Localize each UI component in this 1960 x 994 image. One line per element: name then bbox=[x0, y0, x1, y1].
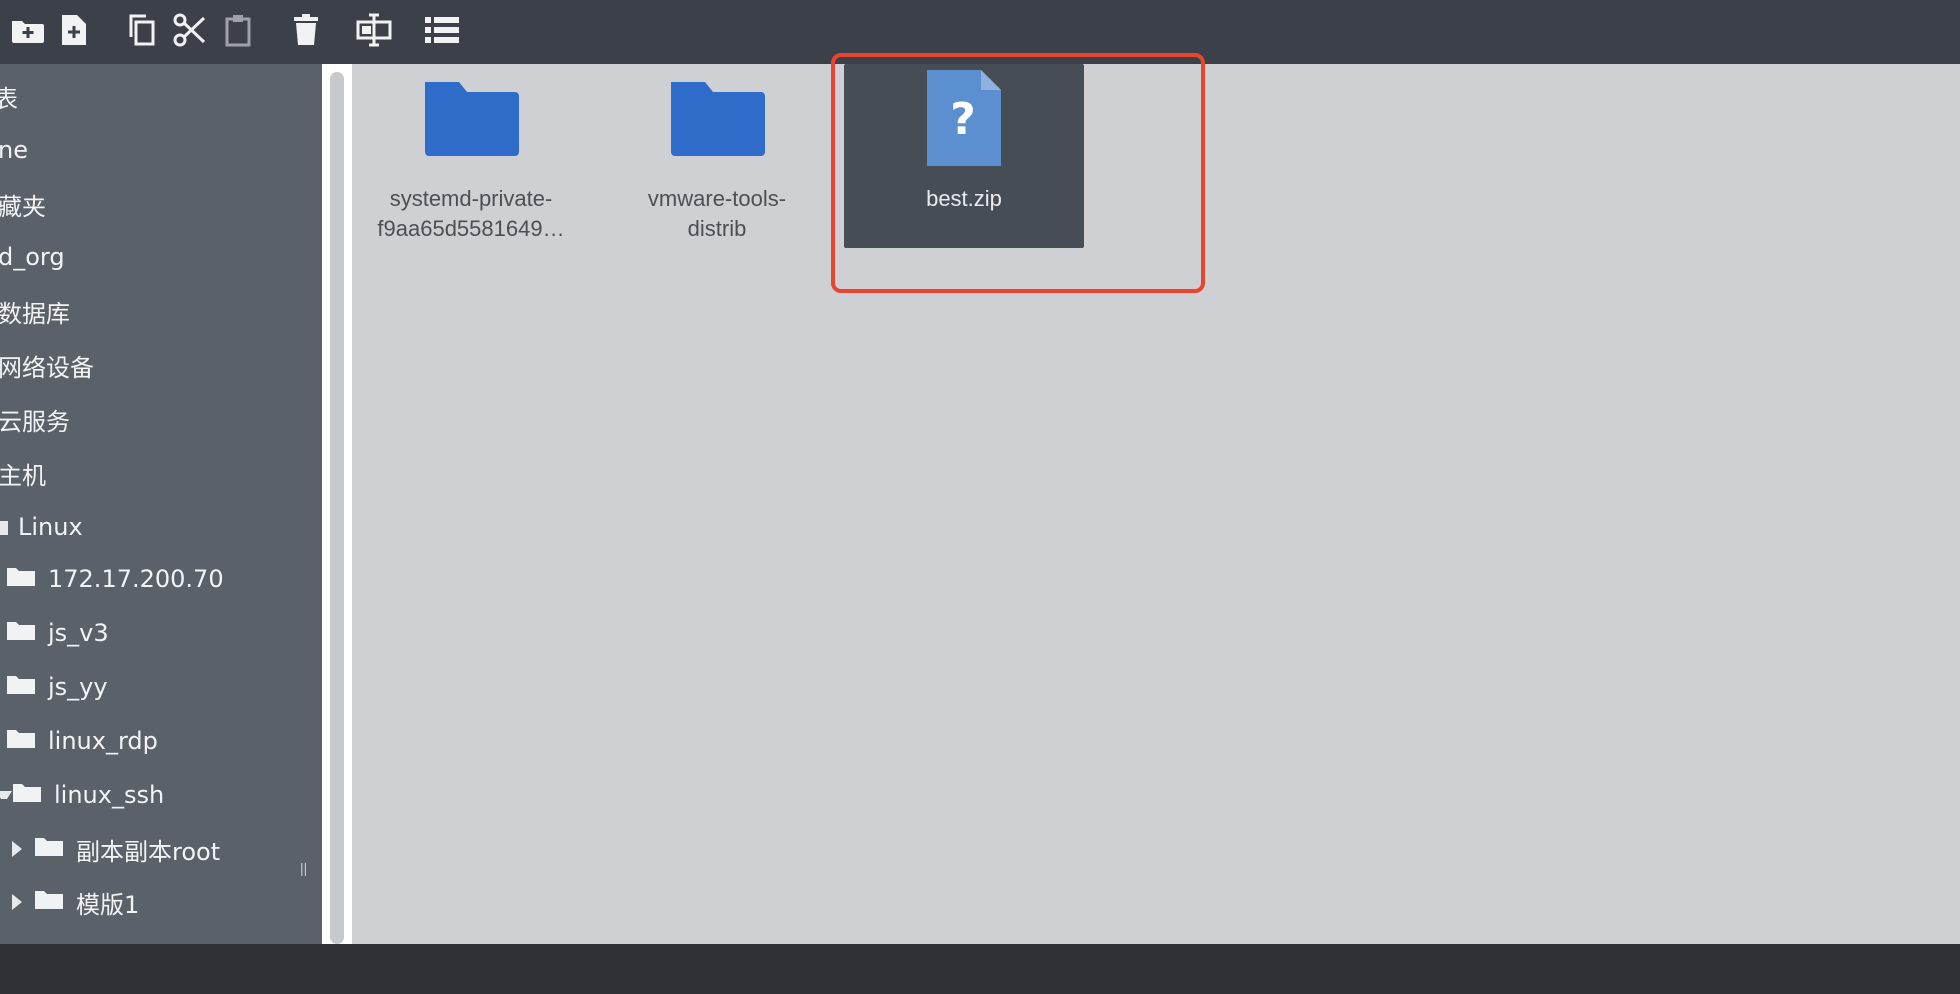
folder-icon bbox=[6, 727, 36, 755]
file-tile-selected[interactable]: ? best.zip bbox=[844, 64, 1084, 248]
sidebar-item-label: 藏夹 bbox=[0, 192, 46, 221]
file-name: vmware-tools-distrib bbox=[647, 186, 787, 241]
folder-icon bbox=[6, 565, 36, 593]
rename-icon bbox=[356, 13, 392, 47]
file-name: systemd-private-f9aa65d5581649… bbox=[377, 186, 565, 241]
linux-icon bbox=[0, 521, 8, 535]
sidebar-item-folder[interactable]: js_v3 bbox=[6, 613, 109, 653]
new-file-icon bbox=[62, 15, 86, 45]
sidebar-item-label: 网络设备 bbox=[0, 353, 94, 382]
list-icon bbox=[425, 17, 459, 43]
file-name: best.zip bbox=[926, 186, 1002, 211]
chevron-down-icon bbox=[0, 791, 12, 799]
sidebar-item-label: linux_rdp bbox=[48, 727, 158, 755]
file-tile-folder[interactable]: systemd-private-f9aa65d5581649… bbox=[351, 64, 591, 248]
unknown-file-icon: ? bbox=[927, 70, 1001, 166]
svg-text:?: ? bbox=[950, 94, 976, 145]
sidebar-item-folder[interactable]: 副本副本root bbox=[12, 829, 220, 869]
sidebar-item-label: d_org bbox=[0, 243, 65, 271]
copy-button[interactable] bbox=[124, 8, 160, 52]
sidebar-item-label: ne bbox=[0, 136, 28, 164]
folder-icon bbox=[6, 673, 36, 701]
clipboard-icon bbox=[225, 15, 251, 47]
folder-icon bbox=[34, 835, 64, 863]
sidebar-item-label: 172.17.200.70 bbox=[48, 565, 224, 593]
list-view-button[interactable] bbox=[420, 8, 464, 52]
sidebar-item[interactable]: ne bbox=[0, 130, 28, 170]
paste-button[interactable] bbox=[220, 8, 256, 52]
cut-button[interactable] bbox=[170, 8, 210, 52]
scissors-icon bbox=[173, 13, 206, 47]
copy-icon bbox=[129, 14, 155, 46]
sidebar-item-linux[interactable]: Linux bbox=[0, 507, 83, 547]
chevron-right-icon[interactable] bbox=[12, 841, 22, 857]
sidebar-item-host[interactable]: 主机 bbox=[0, 453, 46, 493]
new-folder-icon bbox=[12, 21, 44, 43]
sidebar-item-database[interactable]: 数据库 bbox=[0, 291, 70, 331]
sidebar-item-label: linux_ssh bbox=[54, 781, 165, 809]
sidebar-tree: 表 ne 藏夹 d_org 数据库 网络设备 云服务 主机 Linux 172.… bbox=[0, 64, 322, 944]
file-tile-folder[interactable]: vmware-tools-distrib bbox=[597, 64, 837, 248]
status-bar bbox=[0, 944, 1960, 994]
sidebar-item-cloud[interactable]: 云服务 bbox=[0, 399, 70, 439]
sidebar-item-label: 数据库 bbox=[0, 299, 70, 328]
sidebar-item-label: js_v3 bbox=[48, 619, 109, 647]
sidebar-item-network[interactable]: 网络设备 bbox=[0, 345, 94, 385]
new-folder-button[interactable] bbox=[8, 8, 48, 52]
sidebar-item[interactable]: d_org bbox=[0, 237, 65, 277]
sidebar-item-folder[interactable]: 172.17.200.70 bbox=[6, 559, 224, 599]
rename-button[interactable] bbox=[354, 8, 394, 52]
folder-icon bbox=[12, 781, 42, 809]
chevron-right-icon[interactable] bbox=[12, 894, 22, 910]
scrollbar-thumb[interactable] bbox=[330, 72, 344, 944]
sidebar-item-label: 主机 bbox=[0, 461, 46, 490]
resize-grip-icon[interactable]: || bbox=[300, 860, 308, 876]
trash-icon bbox=[294, 14, 318, 45]
new-file-button[interactable] bbox=[56, 8, 92, 52]
sidebar-item-label: 副本副本root bbox=[76, 837, 221, 866]
folder-icon bbox=[425, 82, 519, 156]
sidebar-item-folder-expanded[interactable]: linux_ssh bbox=[0, 775, 164, 815]
sidebar-item-favorites[interactable]: 藏夹 bbox=[0, 184, 46, 224]
sidebar-item-label: js_yy bbox=[48, 673, 108, 701]
folder-icon bbox=[671, 82, 765, 156]
sidebar-item-folder[interactable]: 模版1 bbox=[12, 882, 139, 922]
toolbar bbox=[0, 0, 1960, 64]
sidebar-item-label: 云服务 bbox=[0, 407, 70, 436]
folder-icon bbox=[34, 888, 64, 916]
folder-icon bbox=[6, 619, 36, 647]
sidebar-item-label: Linux bbox=[18, 513, 83, 541]
file-grid bbox=[352, 64, 1960, 944]
delete-button[interactable] bbox=[288, 8, 324, 52]
sidebar-item-folder[interactable]: linux_rdp bbox=[6, 721, 158, 761]
sidebar-item-folder[interactable]: js_yy bbox=[6, 667, 108, 707]
sidebar-item[interactable]: 表 bbox=[0, 76, 18, 116]
sidebar-item-label: 模版1 bbox=[76, 890, 140, 919]
sidebar-item-label: 表 bbox=[0, 84, 18, 113]
